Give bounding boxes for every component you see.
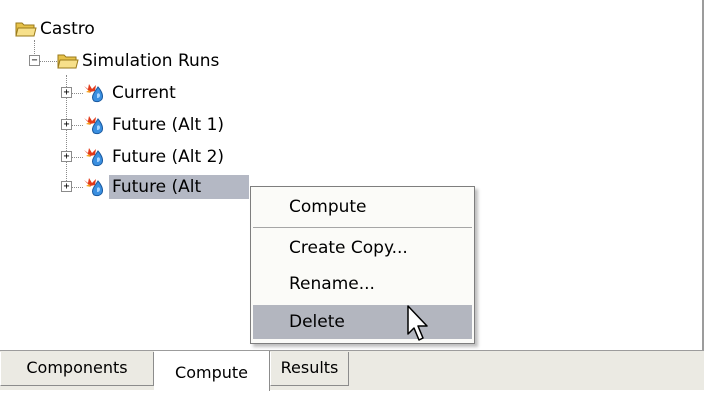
expand-icon[interactable]: + <box>61 119 72 130</box>
tab-components[interactable]: Components <box>0 352 154 386</box>
folder-open-icon <box>15 22 37 37</box>
tree-node-run-future-alt-1[interactable]: + Future (Alt 1) <box>59 112 227 138</box>
menu-item-rename[interactable]: Rename... <box>253 267 472 301</box>
tree-node-label: Future (Alt 2) <box>112 147 225 167</box>
simulation-run-icon <box>84 116 103 135</box>
context-menu: Compute Create Copy... Rename... Delete <box>250 186 475 344</box>
tab-bar: Components Compute Results <box>0 350 704 391</box>
tree-node-run-current[interactable]: + Current <box>59 80 179 106</box>
tree-node-label: Castro <box>40 19 95 39</box>
tab-results[interactable]: Results <box>270 352 349 386</box>
expand-icon[interactable]: + <box>61 87 72 98</box>
tree-node-simulation-runs[interactable]: − Simulation Runs <box>27 48 222 74</box>
tree-node-label: Current <box>112 83 176 103</box>
tree-node-castro[interactable]: Castro <box>15 16 98 42</box>
tree-node-run-future-alt-3[interactable]: + Future (Alt <box>59 174 249 200</box>
tree-node-label: Simulation Runs <box>82 51 220 71</box>
simulation-run-icon <box>84 178 103 197</box>
expand-icon[interactable]: + <box>61 181 72 192</box>
tree-node-label: Future (Alt <box>109 175 249 199</box>
menu-item-compute[interactable]: Compute <box>253 190 472 224</box>
tree-node-label: Future (Alt 1) <box>112 115 225 135</box>
menu-separator <box>253 227 472 228</box>
collapse-icon[interactable]: − <box>29 55 40 66</box>
mouse-cursor-icon <box>407 305 428 341</box>
menu-item-delete[interactable]: Delete <box>253 305 472 339</box>
folder-open-icon <box>57 54 79 69</box>
tab-compute[interactable]: Compute <box>154 351 270 391</box>
simulation-run-icon <box>84 148 103 167</box>
menu-item-create-copy[interactable]: Create Copy... <box>253 231 472 265</box>
simulation-run-icon <box>84 84 103 103</box>
expand-icon[interactable]: + <box>61 151 72 162</box>
tree-node-run-future-alt-2[interactable]: + Future (Alt 2) <box>59 144 227 170</box>
